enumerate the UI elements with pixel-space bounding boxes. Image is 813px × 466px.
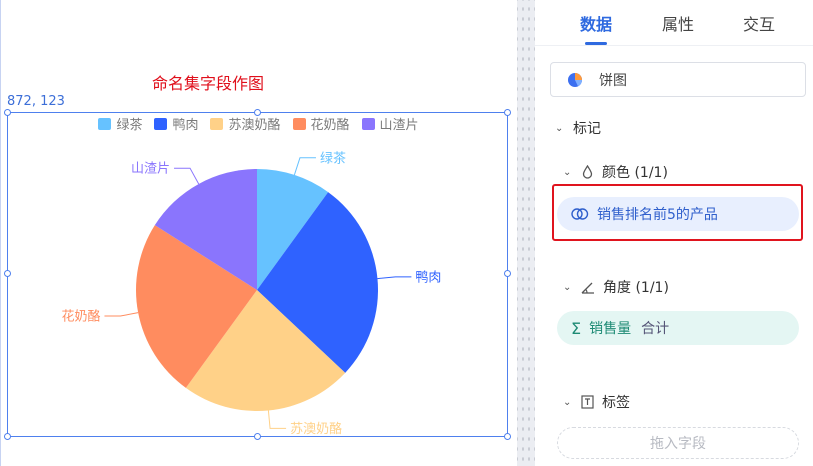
tab-properties[interactable]: 属性 [662, 11, 694, 35]
leader-line [104, 312, 139, 317]
angle-field-label: 销售量 [589, 321, 632, 337]
config-panel: 数据 属性 交互 饼图 ⌄ 标记 ⌄ 颜色 (1/1) 销售排名前5的产品 ⌄ [535, 0, 813, 466]
angle-icon [581, 282, 594, 294]
leader-line [267, 410, 287, 429]
color-section-header[interactable]: ⌄ 颜色 (1/1) [563, 162, 668, 182]
slice-label: 花奶酪 [61, 309, 100, 325]
chart-canvas[interactable]: 命名集字段作图 872, 123 绿茶 鸭肉 苏澳奶酪 花奶酪 山渣片 绿茶 鸭肉 苏澳奶酪… [0, 0, 517, 466]
panel-tabs: 数据 属性 交互 [535, 0, 813, 46]
chart-type-label: 饼图 [599, 72, 627, 89]
pie-chart: 绿茶鸭肉苏澳奶酪 花奶酪 山渣片 [61, 150, 441, 437]
chart-type-selector[interactable]: 饼图 [550, 62, 806, 97]
droplet-icon [582, 165, 593, 179]
color-field-pill[interactable]: 销售排名前5的产品 [557, 197, 799, 231]
leader-line [377, 276, 412, 280]
pie-chart-icon [568, 72, 582, 87]
label-drop-zone[interactable]: 拖入字段 [557, 427, 799, 459]
angle-field-pill[interactable]: Σ 销售量 合计 [557, 311, 799, 345]
slice-label: 绿茶 [320, 150, 346, 166]
angle-section-label: 角度 (1/1) [603, 280, 669, 296]
marks-section-label: 标记 [573, 121, 601, 137]
color-section-label: 颜色 (1/1) [602, 165, 668, 181]
slice-label: 鸭肉 [415, 270, 441, 285]
named-set-icon [571, 208, 589, 220]
tab-interaction[interactable]: 交互 [743, 11, 775, 35]
chevron-down-icon: ⌄ [563, 166, 572, 178]
marks-section-header[interactable]: ⌄ 标记 [555, 118, 601, 138]
chevron-down-icon: ⌄ [563, 396, 572, 408]
tab-data[interactable]: 数据 [580, 11, 612, 35]
color-field-label: 销售排名前5的产品 [597, 207, 718, 223]
sigma-icon: Σ [571, 318, 582, 338]
active-tab-indicator [585, 42, 607, 45]
leader-line [174, 167, 200, 185]
text-icon [581, 395, 594, 409]
label-section-header[interactable]: ⌄ 标签 [563, 392, 630, 412]
label-section-label: 标签 [602, 395, 630, 411]
angle-aggregation-label: 合计 [641, 321, 670, 337]
slice-label: 苏澳奶酪 [290, 421, 342, 437]
angle-section-header[interactable]: ⌄ 角度 (1/1) [563, 277, 669, 297]
leader-line [293, 157, 316, 176]
panel-splitter[interactable] [517, 0, 535, 466]
chevron-down-icon: ⌄ [555, 122, 564, 134]
slice-label: 山渣片 [131, 162, 170, 177]
chevron-down-icon: ⌄ [563, 281, 572, 293]
